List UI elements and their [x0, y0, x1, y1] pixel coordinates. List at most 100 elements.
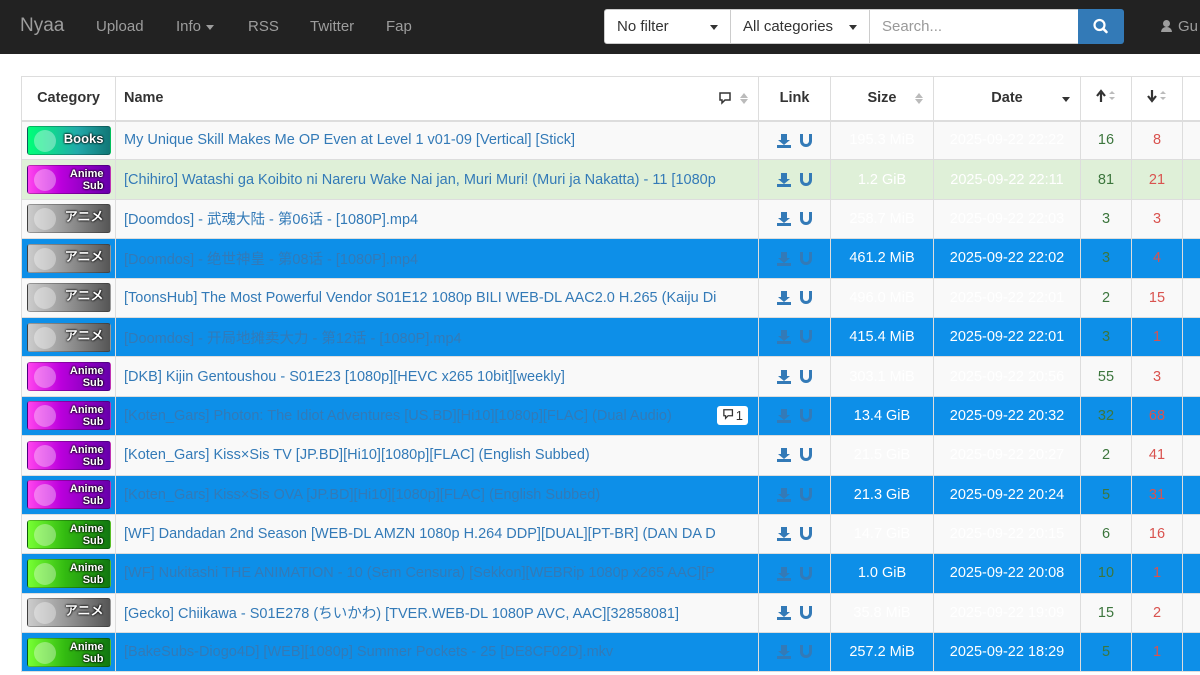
- download-icon[interactable]: [776, 487, 791, 502]
- table-row[interactable]: Anime Sub [Chihiro] Watashi ga Koibito ni…: [21, 159, 1200, 200]
- seeders-cell: 16: [1080, 119, 1132, 161]
- magnet-icon[interactable]: [799, 487, 813, 502]
- download-icon[interactable]: [776, 212, 791, 227]
- size-cell: 13.4 GiB: [830, 395, 934, 437]
- download-icon[interactable]: [776, 566, 791, 581]
- magnet-icon[interactable]: [799, 212, 813, 226]
- nav-fap[interactable]: Fap: [386, 18, 412, 35]
- category-badge-eng[interactable]: Anime Sub: [26, 558, 111, 588]
- torrent-title-link[interactable]: [BakeSubs-Diogo4D] [WEB][1080p] Summer P…: [124, 644, 613, 660]
- category-badge-raw[interactable]: アニメ: [26, 204, 111, 234]
- category-label: Anime Sub: [69, 640, 104, 665]
- torrent-title-link[interactable]: [Doomdos] - 开局地摊卖大力 - 第12话 - [1080P].mp4: [124, 331, 462, 347]
- magnet-icon[interactable]: [799, 290, 813, 305]
- magnet-icon[interactable]: [799, 369, 813, 384]
- table-row[interactable]: アニメ [Gecko] Chiikawa - S01E278 (ちいかわ) [TV…: [21, 592, 1200, 634]
- magnet-icon[interactable]: [799, 133, 813, 148]
- search-button[interactable]: [1078, 9, 1124, 44]
- date-cell: 2025-09-22 22:22: [933, 119, 1081, 161]
- brand-logo[interactable]: Nyaa: [20, 15, 64, 37]
- table-row[interactable]: Anime Sub [Koten_Gars] Kiss×Sis OVA [JP.B…: [21, 474, 1200, 515]
- torrent-title-link[interactable]: [Doomdos] - 武魂大陆 - 第06话 - [1080P].mp4: [124, 212, 418, 228]
- comment-icon: [722, 408, 733, 420]
- download-icon[interactable]: [776, 330, 791, 345]
- download-icon[interactable]: [776, 527, 791, 542]
- col-size[interactable]: Size: [830, 76, 934, 122]
- download-icon[interactable]: [776, 448, 791, 463]
- magnet-icon[interactable]: [799, 251, 813, 266]
- torrent-title-link[interactable]: [Koten_Gars] Kiss×Sis TV [JP.BD][Hi10][1…: [124, 447, 590, 463]
- torrent-title-link[interactable]: [Koten_Gars] Photon: The Idiot Adventure…: [124, 408, 672, 424]
- comment-count-badge[interactable]: 1: [716, 405, 748, 425]
- torrent-title-link[interactable]: [Chihiro] Watashi ga Koibito ni Nareru W…: [124, 172, 716, 188]
- download-icon[interactable]: [776, 409, 791, 424]
- sort-icon[interactable]: [740, 93, 748, 104]
- name-cell: [Gecko] Chiikawa - S01E278 (ちいかわ) [TVER.…: [115, 592, 759, 634]
- mascot-icon: [33, 602, 56, 625]
- col-date[interactable]: Date: [933, 76, 1081, 122]
- category-badge-raw[interactable]: アニメ: [26, 322, 111, 352]
- download-icon[interactable]: [776, 133, 791, 148]
- category-badge-sub[interactable]: Anime Sub: [26, 440, 111, 470]
- table-row[interactable]: Anime Sub [Koten_Gars] Kiss×Sis TV [JP.BD…: [21, 435, 1200, 476]
- torrent-title-link[interactable]: [WF] Dandadan 2nd Season [WEB-DL AMZN 10…: [124, 526, 716, 542]
- magnet-icon[interactable]: [799, 645, 813, 659]
- download-icon[interactable]: [776, 369, 791, 384]
- magnet-icon[interactable]: [799, 330, 813, 344]
- category-label: Anime Sub: [69, 365, 104, 390]
- torrent-title-link[interactable]: [Gecko] Chiikawa - S01E278 (ちいかわ) [TVER.…: [124, 606, 679, 622]
- magnet-icon[interactable]: [799, 172, 813, 187]
- table-row[interactable]: Books My Unique Skill Makes Me OP Even at…: [21, 119, 1200, 161]
- leechers-cell: 31: [1131, 474, 1183, 515]
- col-category[interactable]: Category: [21, 76, 116, 122]
- table-row[interactable]: Anime Sub [WF] Nukitashi THE ANIMATION - …: [21, 553, 1200, 594]
- col-leechers[interactable]: [1131, 76, 1183, 122]
- torrent-title-link[interactable]: My Unique Skill Makes Me OP Even at Leve…: [124, 132, 575, 148]
- category-badge-sub[interactable]: Anime Sub: [26, 401, 111, 431]
- category-badge-sub[interactable]: Anime Sub: [26, 362, 111, 392]
- category-badge-eng[interactable]: Anime Sub: [26, 637, 111, 667]
- download-icon[interactable]: [776, 606, 791, 621]
- col-name[interactable]: Name: [115, 76, 759, 122]
- torrent-title-link[interactable]: [ToonsHub] The Most Powerful Vendor S01E…: [124, 290, 716, 306]
- category-badge-raw[interactable]: アニメ: [26, 243, 111, 273]
- download-icon[interactable]: [776, 290, 791, 305]
- download-icon[interactable]: [776, 645, 791, 660]
- download-icon[interactable]: [776, 251, 791, 266]
- magnet-icon[interactable]: [799, 409, 813, 423]
- nav-info[interactable]: Info: [176, 18, 215, 35]
- magnet-icon[interactable]: [799, 527, 813, 541]
- table-row[interactable]: アニメ [Doomdos] - 武魂大陆 - 第06话 - [1080P].mp4…: [21, 198, 1200, 240]
- col-seeders[interactable]: [1080, 76, 1132, 122]
- torrent-title-link[interactable]: [DKB] Kijin Gentoushou - S01E23 [1080p][…: [124, 369, 565, 385]
- nav-twitter[interactable]: Twitter: [310, 18, 354, 35]
- col-completed[interactable]: [1182, 76, 1200, 122]
- category-badge-sub[interactable]: Anime Sub: [26, 480, 111, 510]
- table-row[interactable]: Anime Sub [DKB] Kijin Gentoushou - S01E23…: [21, 356, 1200, 397]
- table-row[interactable]: アニメ [Doomdos] - 开局地摊卖大力 - 第12话 - [1080P].…: [21, 316, 1200, 358]
- category-badge-raw[interactable]: アニメ: [26, 598, 111, 628]
- torrent-title-link[interactable]: [Koten_Gars] Kiss×Sis OVA [JP.BD][Hi10][…: [124, 487, 600, 503]
- table-row[interactable]: アニメ [Doomdos] - 绝世神皇 - 第08话 - [1080P].mp4…: [21, 238, 1200, 279]
- leechers-cell: 2: [1131, 592, 1183, 634]
- category-select[interactable]: All categories: [730, 9, 870, 44]
- magnet-icon[interactable]: [799, 448, 813, 462]
- category-badge-sub[interactable]: Anime Sub: [26, 165, 111, 195]
- table-row[interactable]: Anime Sub [WF] Dandadan 2nd Season [WEB-D…: [21, 513, 1200, 555]
- category-badge-eng[interactable]: Anime Sub: [26, 519, 111, 549]
- table-row[interactable]: アニメ [ToonsHub] The Most Powerful Vendor S…: [21, 277, 1200, 318]
- torrent-title-link[interactable]: [Doomdos] - 绝世神皇 - 第08话 - [1080P].mp4: [124, 252, 418, 268]
- download-icon[interactable]: [776, 172, 791, 187]
- category-badge-books[interactable]: Books: [26, 125, 111, 155]
- user-menu[interactable]: Gu: [1161, 18, 1198, 35]
- category-badge-raw[interactable]: アニメ: [26, 283, 111, 313]
- nav-upload[interactable]: Upload: [96, 18, 144, 35]
- nav-rss[interactable]: RSS: [248, 18, 279, 35]
- magnet-icon[interactable]: [799, 566, 813, 581]
- search-input[interactable]: Search...: [869, 9, 1079, 44]
- magnet-icon[interactable]: [799, 606, 813, 620]
- table-row[interactable]: Anime Sub [BakeSubs-Diogo4D] [WEB][1080p]…: [21, 632, 1200, 673]
- filter-select[interactable]: No filter: [604, 9, 731, 44]
- torrent-title-link[interactable]: [WF] Nukitashi THE ANIMATION - 10 (Sem C…: [124, 565, 715, 581]
- table-row[interactable]: Anime Sub [Koten_Gars] Photon: The Idiot …: [21, 395, 1200, 437]
